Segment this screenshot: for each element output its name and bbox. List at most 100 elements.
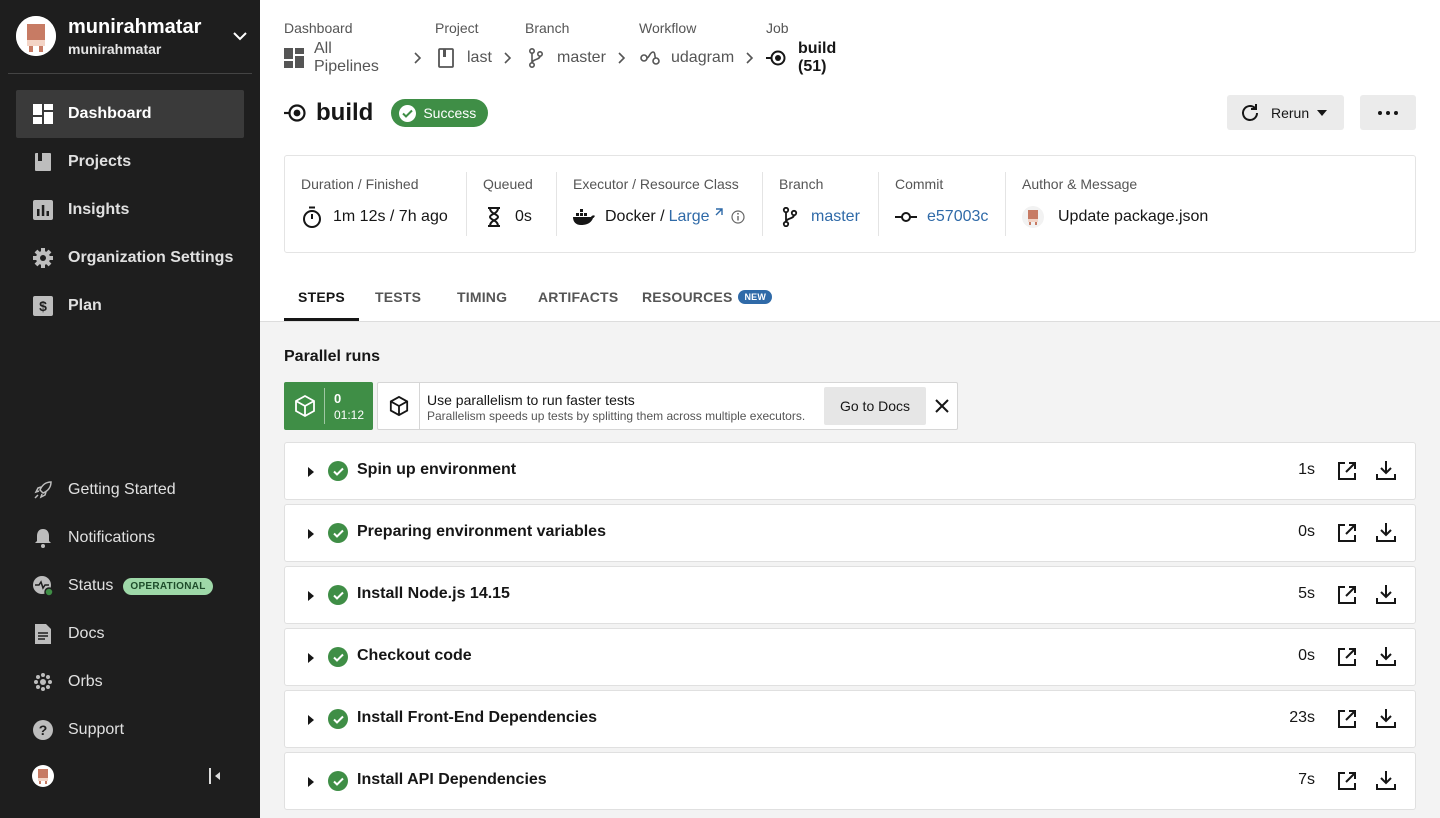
step-name: Checkout code [357, 647, 472, 664]
step-name: Install Front-End Dependencies [357, 709, 598, 726]
open-in-new-icon[interactable] [1336, 708, 1358, 730]
open-in-new-icon[interactable] [1336, 770, 1358, 792]
sidebar-divider [8, 73, 252, 74]
expand-caret-icon[interactable] [305, 465, 317, 477]
tab-timing[interactable]: TIMING [457, 272, 507, 321]
rerun-button[interactable]: Rerun [1227, 95, 1344, 130]
tab-steps[interactable]: STEPS [284, 272, 359, 321]
more-options-button[interactable] [1360, 95, 1416, 130]
field-label: Author & Message [1022, 176, 1138, 192]
cube-icon [378, 383, 420, 429]
job-header: build Success [284, 96, 489, 130]
branch-link[interactable]: master [811, 208, 860, 226]
close-icon[interactable] [930, 394, 954, 418]
expand-caret-icon[interactable] [305, 651, 317, 663]
breadcrumb-value: udagram [671, 49, 735, 66]
sidebar-item-support[interactable]: ? Support [16, 706, 244, 754]
sidebar-item-label: Orbs [68, 673, 103, 690]
sidebar-item-label: Dashboard [68, 105, 152, 122]
field-value: 1m 12s / 7h ago [333, 208, 448, 225]
commit-link[interactable]: e57003c [927, 208, 988, 226]
sidebar-item-insights[interactable]: Insights [16, 186, 244, 234]
step-name: Preparing environment variables [357, 523, 606, 540]
sidebar-item-docs[interactable]: Docs [16, 610, 244, 658]
download-icon[interactable] [1375, 707, 1397, 729]
tab-label: ARTIFACTS [538, 288, 619, 305]
sidebar-item-dashboard[interactable]: Dashboard [16, 90, 244, 138]
sidebar-item-status[interactable]: Status OPERATIONAL [16, 562, 244, 610]
expand-caret-icon[interactable] [305, 589, 317, 601]
more-horizontal-icon [1378, 110, 1398, 115]
tab-resources[interactable]: RESOURCES NEW [642, 272, 773, 321]
step-row[interactable]: Preparing environment variables 0s [284, 504, 1416, 562]
open-in-new-icon[interactable] [1336, 460, 1358, 482]
expand-caret-icon[interactable] [305, 713, 317, 725]
job-icon [766, 47, 788, 69]
step-row[interactable]: Spin up environment 1s [284, 442, 1416, 500]
author-avatar [1022, 206, 1044, 228]
tab-label: STEPS [298, 288, 345, 305]
expand-caret-icon[interactable] [305, 527, 317, 539]
download-icon[interactable] [1375, 583, 1397, 605]
download-icon[interactable] [1375, 769, 1397, 791]
step-name: Install Node.js 14.15 [357, 585, 510, 602]
chevron-down-icon[interactable] [228, 24, 252, 48]
tab-tests[interactable]: TESTS [375, 272, 421, 321]
status-label: Success [423, 105, 477, 121]
success-check-icon [328, 709, 348, 729]
external-link-icon[interactable] [713, 208, 723, 218]
open-in-new-icon[interactable] [1336, 646, 1358, 668]
breadcrumb-value: build (51) [798, 40, 837, 75]
breadcrumb-branch[interactable]: Branch master [525, 20, 606, 69]
workflow-icon [639, 47, 661, 69]
divider [466, 172, 467, 236]
svg-text:$: $ [39, 298, 47, 314]
download-icon[interactable] [1375, 645, 1397, 667]
step-row[interactable]: Install API Dependencies 7s [284, 752, 1416, 810]
org-switcher[interactable]: munirahmatar munirahmatar [16, 15, 252, 57]
commit-icon [895, 206, 917, 228]
divider [1005, 172, 1006, 236]
org-name: munirahmatar [68, 15, 202, 38]
chevron-right-icon [618, 51, 626, 69]
user-avatar[interactable] [32, 764, 54, 792]
plan-icon: $ [32, 295, 54, 317]
breadcrumb-dashboard[interactable]: Dashboard All Pipelines [284, 20, 381, 75]
collapse-sidebar-icon[interactable] [208, 767, 222, 790]
sidebar-item-plan[interactable]: $ Plan [16, 282, 244, 330]
sidebar-item-notifications[interactable]: Notifications [16, 514, 244, 562]
chevron-right-icon [414, 51, 422, 69]
breadcrumb-job[interactable]: Job build (51) [766, 20, 836, 75]
tip-description: Parallelism speeds up tests by splitting… [427, 409, 806, 423]
breadcrumb-label: Project [435, 20, 479, 36]
step-row[interactable]: Install Front-End Dependencies 23s [284, 690, 1416, 748]
open-in-new-icon[interactable] [1336, 522, 1358, 544]
success-check-icon [328, 771, 348, 791]
tab-label: TESTS [375, 288, 422, 305]
breadcrumb-workflow[interactable]: Workflow udagram [639, 20, 734, 69]
expand-caret-icon[interactable] [305, 775, 317, 787]
field-label: Queued [483, 176, 533, 192]
insights-icon [32, 199, 54, 221]
tab-label: TIMING [457, 288, 508, 305]
sidebar-item-projects[interactable]: Projects [16, 138, 244, 186]
sidebar-item-orbs[interactable]: Orbs [16, 658, 244, 706]
tab-artifacts[interactable]: ARTIFACTS [538, 272, 618, 321]
resource-class-link[interactable]: Large [669, 208, 710, 226]
sidebar-item-label: Organization Settings [68, 249, 234, 266]
step-row[interactable]: Install Node.js 14.15 5s [284, 566, 1416, 624]
success-check-icon [328, 523, 348, 543]
open-in-new-icon[interactable] [1336, 584, 1358, 606]
download-icon[interactable] [1375, 459, 1397, 481]
sidebar-item-organization-settings[interactable]: Organization Settings [16, 234, 244, 282]
chevron-right-icon [504, 51, 512, 69]
info-icon[interactable] [730, 210, 745, 224]
breadcrumb-value: last [467, 49, 492, 66]
download-icon[interactable] [1375, 521, 1397, 543]
parallel-run-0[interactable]: 0 01:12 [284, 382, 373, 430]
breadcrumb-project[interactable]: Project last [435, 20, 492, 69]
sidebar-item-label: Status [68, 577, 114, 594]
go-to-docs-button[interactable]: Go to Docs [824, 387, 926, 425]
sidebar-item-getting-started[interactable]: Getting Started [16, 466, 244, 514]
step-row[interactable]: Checkout code 0s [284, 628, 1416, 686]
